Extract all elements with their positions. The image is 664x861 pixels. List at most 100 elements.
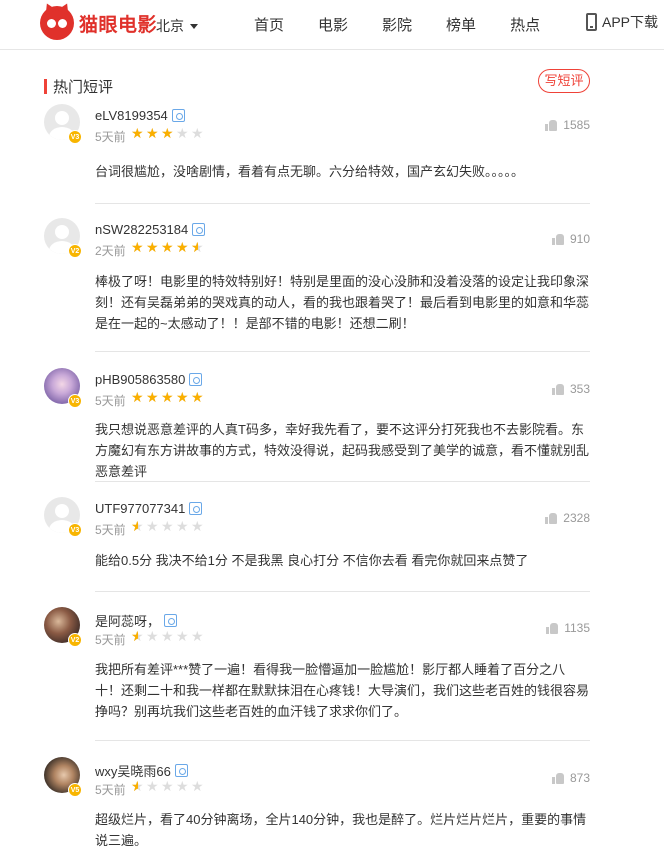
star-icon (191, 390, 205, 404)
verified-icon (171, 109, 185, 122)
thumbs-up-icon[interactable] (551, 233, 564, 245)
nav-item-home[interactable]: 首页 (254, 14, 284, 35)
star-icon (131, 240, 145, 254)
comment-content: 超级烂片，看了40分钟离场，全片140分钟，我也是醉了。烂片烂片烂片，重要的事情… (95, 812, 587, 848)
main-nav: 首页 电影 影院 榜单 热点 (254, 14, 574, 35)
comment-time: 5天前 (95, 130, 126, 144)
divider (95, 351, 590, 352)
nav-item-rankings[interactable]: 榜单 (446, 14, 476, 35)
like-count-text: 873 (569, 771, 590, 785)
like-count-text: 1585 (563, 118, 590, 132)
level-badge: V2 (68, 244, 82, 258)
comment-time: 5天前 (95, 783, 126, 797)
thumbs-up-icon[interactable] (551, 772, 564, 784)
nav-item-movies[interactable]: 电影 (318, 14, 348, 35)
star-icon (146, 240, 160, 254)
divider (95, 591, 590, 592)
section-accent-bar (44, 79, 47, 94)
star-icon (176, 240, 190, 254)
star-icon (176, 126, 190, 140)
like-count[interactable]: 873 (551, 771, 590, 785)
nav-item-cinemas[interactable]: 影院 (382, 14, 412, 35)
like-count[interactable]: 910 (551, 232, 590, 246)
star-icon (191, 126, 205, 140)
star-icon (131, 629, 145, 643)
rating-stars (131, 126, 206, 140)
comment-content: 我把所有差评***赞了一遍！看得我一脸懵逼加一脸尴尬！影厅都人睡着了百分之八十！… (95, 662, 590, 719)
phone-icon (586, 13, 597, 31)
star-icon (131, 779, 145, 793)
top-header: 猫眼电影 北京 首页 电影 影院 榜单 热点 APP下载 (0, 0, 664, 50)
comment-time: 5天前 (95, 523, 126, 537)
app-download-link[interactable]: APP下载 (586, 12, 658, 32)
rating-stars (131, 390, 206, 404)
username[interactable]: eLV8199354 (95, 108, 185, 123)
star-icon (131, 126, 145, 140)
divider (95, 203, 590, 204)
city-selector[interactable]: 北京 (156, 16, 198, 36)
star-icon (176, 779, 190, 793)
comment-time: 5天前 (95, 394, 126, 408)
like-count-text: 353 (569, 382, 590, 396)
level-badge: V3 (68, 394, 82, 408)
logo-text: 猫眼电影 (79, 14, 158, 36)
city-label: 北京 (156, 18, 184, 34)
rating-stars (131, 519, 206, 533)
thumbs-up-icon[interactable] (546, 622, 559, 634)
level-badge: V3 (68, 130, 82, 144)
divider (95, 481, 590, 482)
site-logo[interactable]: 猫眼电影 (40, 0, 158, 40)
comment-content: 台词很尴尬，没啥剧情，看着有点无聊。六分给特效，国产玄幻失败。。。。。 (95, 164, 525, 179)
comment-item: V5 wxy吴晓雨66 5天前 873 超级烂片，看了40分钟离场，全片140分… (44, 757, 590, 861)
like-count[interactable]: 2328 (545, 511, 590, 525)
username-text: nSW282253184 (95, 222, 189, 237)
verified-icon (189, 373, 203, 386)
section-title: 热门短评 (44, 76, 113, 97)
username-text: pHB905863580 (95, 372, 186, 387)
like-count-text: 2328 (563, 511, 590, 525)
comment-item: V3 pHB905863580 5天前 353 我只想说恶意差评的人真T码多，幸… (44, 368, 590, 482)
comment-item: V2 nSW282253184 2天前 910 棒极了呀！电影里的特效特别好！特… (44, 218, 590, 352)
star-icon (161, 519, 175, 533)
star-icon (161, 126, 175, 140)
rating-stars (131, 629, 206, 643)
username-text: UTF977077341 (95, 501, 186, 516)
rating-stars (131, 779, 206, 793)
thumbs-up-icon[interactable] (545, 119, 558, 131)
level-badge: V3 (68, 523, 82, 537)
thumbs-up-icon[interactable] (551, 383, 564, 395)
star-icon (161, 629, 175, 643)
username[interactable]: pHB905863580 (95, 372, 203, 387)
username[interactable]: UTF977077341 (95, 501, 203, 516)
comment-content: 能给0.5分 我决不给1分 不是我黑 良心打分 不信你去看 看完你就回来点赞了 (95, 553, 529, 568)
comment-time: 2天前 (95, 244, 126, 258)
star-icon (191, 629, 205, 643)
username[interactable]: nSW282253184 (95, 222, 206, 237)
like-count[interactable]: 1135 (546, 621, 590, 635)
like-count[interactable]: 1585 (545, 118, 590, 132)
star-icon (146, 629, 160, 643)
like-count[interactable]: 353 (551, 382, 590, 396)
star-icon (176, 519, 190, 533)
section-title-text: 热门短评 (53, 79, 114, 96)
star-icon (146, 126, 160, 140)
star-icon (146, 779, 160, 793)
nav-item-hot[interactable]: 热点 (510, 14, 540, 35)
star-icon (191, 240, 205, 254)
like-count-text: 1135 (564, 621, 590, 635)
username-text: eLV8199354 (95, 108, 168, 123)
star-icon (146, 390, 160, 404)
caret-down-icon (190, 23, 198, 29)
app-download-label: APP下载 (602, 14, 659, 30)
comment-content: 棒极了呀！电影里的特效特别好！特别是里面的没心没肺和没着没落的设定让我印象深刻！… (95, 274, 590, 331)
star-icon (131, 519, 145, 533)
star-icon (191, 519, 205, 533)
comment-item: V2 是阿蕊呀， 5天前 1135 我把所有差评***赞了一遍！看得我一脸懵逼加… (44, 607, 590, 741)
star-icon (131, 390, 145, 404)
like-count-text: 910 (569, 232, 590, 246)
cat-logo-icon (40, 0, 74, 40)
star-icon (176, 629, 190, 643)
rating-stars (131, 240, 206, 254)
write-review-button[interactable]: 写短评 (538, 69, 590, 93)
thumbs-up-icon[interactable] (545, 512, 558, 524)
